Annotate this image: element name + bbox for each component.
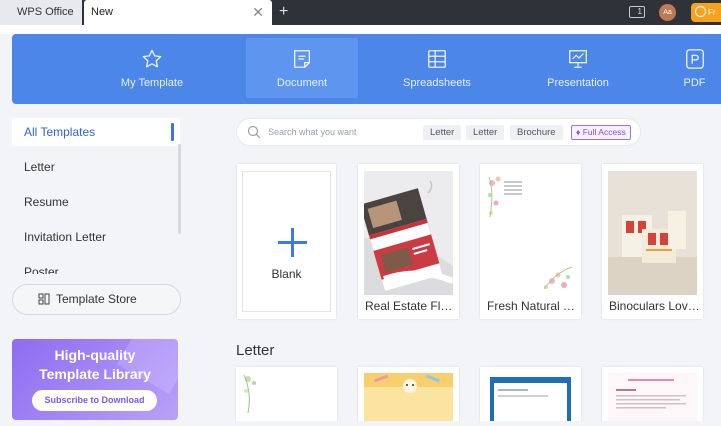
full-access-chip[interactable]: ♦ Full Access (571, 125, 631, 140)
sidebar-item-poster[interactable]: Poster (12, 258, 180, 274)
template-thumbnail (364, 171, 453, 295)
category-document[interactable]: Document (246, 38, 358, 98)
sidebar-item-resume[interactable]: Resume (12, 188, 180, 223)
category-label: Document (276, 77, 328, 89)
document-icon (294, 50, 310, 68)
promo-banner[interactable]: High-quality Template Library Subscribe t… (12, 339, 178, 420)
template-thumbnail (486, 171, 575, 295)
presentation-icon (569, 50, 587, 68)
letter-template-card[interactable] (358, 367, 459, 426)
template-name: Real Estate Flyer (365, 299, 456, 313)
sidebar-item-invitation-letter[interactable]: Invitation Letter (12, 223, 180, 258)
close-icon[interactable]: ✕ (252, 0, 264, 25)
search-chip-brochure[interactable]: Brochure (510, 125, 563, 140)
premium-badge-label: Fr (708, 8, 716, 17)
sidebar-item-letter[interactable]: Letter (12, 153, 180, 188)
letter-template-card[interactable] (236, 367, 337, 426)
search-chip-letter[interactable]: Letter (423, 125, 462, 140)
coin-icon (695, 6, 706, 17)
template-thumbnail (608, 171, 697, 295)
template-thumbnail (486, 373, 575, 426)
template-card-real-estate-flyer[interactable]: Real Estate Flyer (358, 164, 459, 319)
store-icon (38, 293, 50, 305)
letter-template-card[interactable] (480, 367, 581, 426)
diamond-icon: ♦ (576, 127, 581, 137)
category-label: My Template (120, 77, 184, 89)
template-thumbnail (242, 373, 331, 426)
sidebar-scrollbar[interactable] (178, 144, 181, 234)
title-bar: WPS Office New ✕ + 1 Aa Fr (0, 0, 721, 25)
template-name: Fresh Natural T... (487, 299, 578, 313)
template-card-blank[interactable]: Blank (237, 164, 336, 319)
search-chip-letter-2[interactable]: Letter (466, 125, 505, 140)
search-input[interactable] (268, 124, 408, 140)
sidebar-list: All Templates Letter Resume Invitation L… (12, 118, 180, 274)
top-spacer (0, 25, 721, 34)
category-presentation[interactable]: Presentation (518, 38, 638, 98)
sidebar-item-all-templates[interactable]: All Templates (12, 118, 180, 146)
promo-line1: High-quality (54, 347, 136, 363)
category-label: Spreadsheets (403, 77, 471, 89)
tab-new[interactable]: New ✕ (84, 0, 272, 25)
bottom-edge (0, 421, 721, 426)
category-spreadsheets[interactable]: Spreadsheets (377, 38, 497, 98)
subscribe-button[interactable]: Subscribe to Download (32, 390, 157, 411)
category-bar: My Template Document Spreadsheets Presen… (12, 34, 721, 104)
sidebar: All Templates Letter Resume Invitation L… (0, 104, 198, 426)
spreadsheet-icon (428, 50, 446, 68)
plus-icon (278, 228, 307, 257)
search-bar: Letter Letter Brochure ♦ Full Access (236, 118, 641, 146)
category-my-template[interactable]: My Template (82, 38, 222, 98)
search-icon[interactable] (247, 125, 261, 139)
tab-wps-office[interactable]: WPS Office (0, 0, 82, 25)
template-store-button[interactable]: Template Store (12, 284, 181, 315)
section-title-letter: Letter (236, 342, 275, 359)
full-access-label: Full Access (582, 127, 626, 137)
tab-new-label: New (91, 6, 114, 18)
category-label: PDF (683, 77, 706, 89)
promo-line2: Template Library (39, 366, 151, 382)
premium-badge[interactable]: Fr (691, 3, 721, 22)
template-thumbnail (364, 373, 453, 426)
template-card-fresh-natural[interactable]: Fresh Natural T... (480, 164, 581, 319)
category-label: Presentation (547, 77, 609, 89)
pdf-icon (685, 49, 704, 69)
star-icon (142, 49, 162, 68)
template-thumbnail (608, 373, 697, 426)
template-name: Binoculars Love... (609, 299, 700, 313)
add-tab-icon[interactable]: + (279, 0, 288, 24)
category-pdf[interactable]: PDF (672, 38, 717, 98)
template-card-binoculars-love[interactable]: Binoculars Love... (602, 164, 703, 319)
avatar[interactable]: Aa (659, 4, 676, 21)
window-counter-icon[interactable]: 1 (629, 6, 645, 18)
promo-title: High-quality Template Library (12, 346, 178, 384)
blank-page: Blank (242, 171, 331, 312)
letter-template-card[interactable] (602, 367, 703, 426)
template-store-label: Template Store (56, 292, 137, 306)
template-name: Blank (271, 267, 302, 281)
